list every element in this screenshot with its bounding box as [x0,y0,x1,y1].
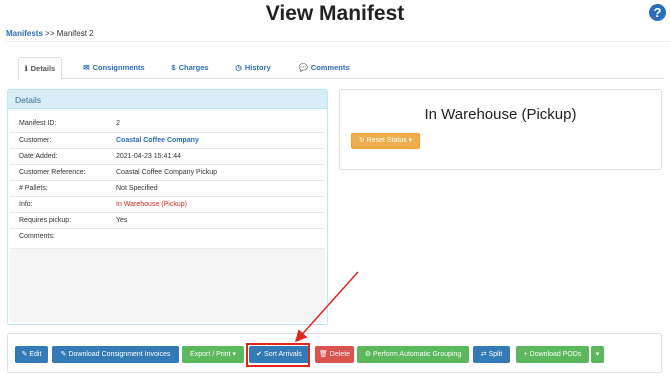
arrow-line [294,271,359,343]
annotation-arrow [294,271,359,343]
